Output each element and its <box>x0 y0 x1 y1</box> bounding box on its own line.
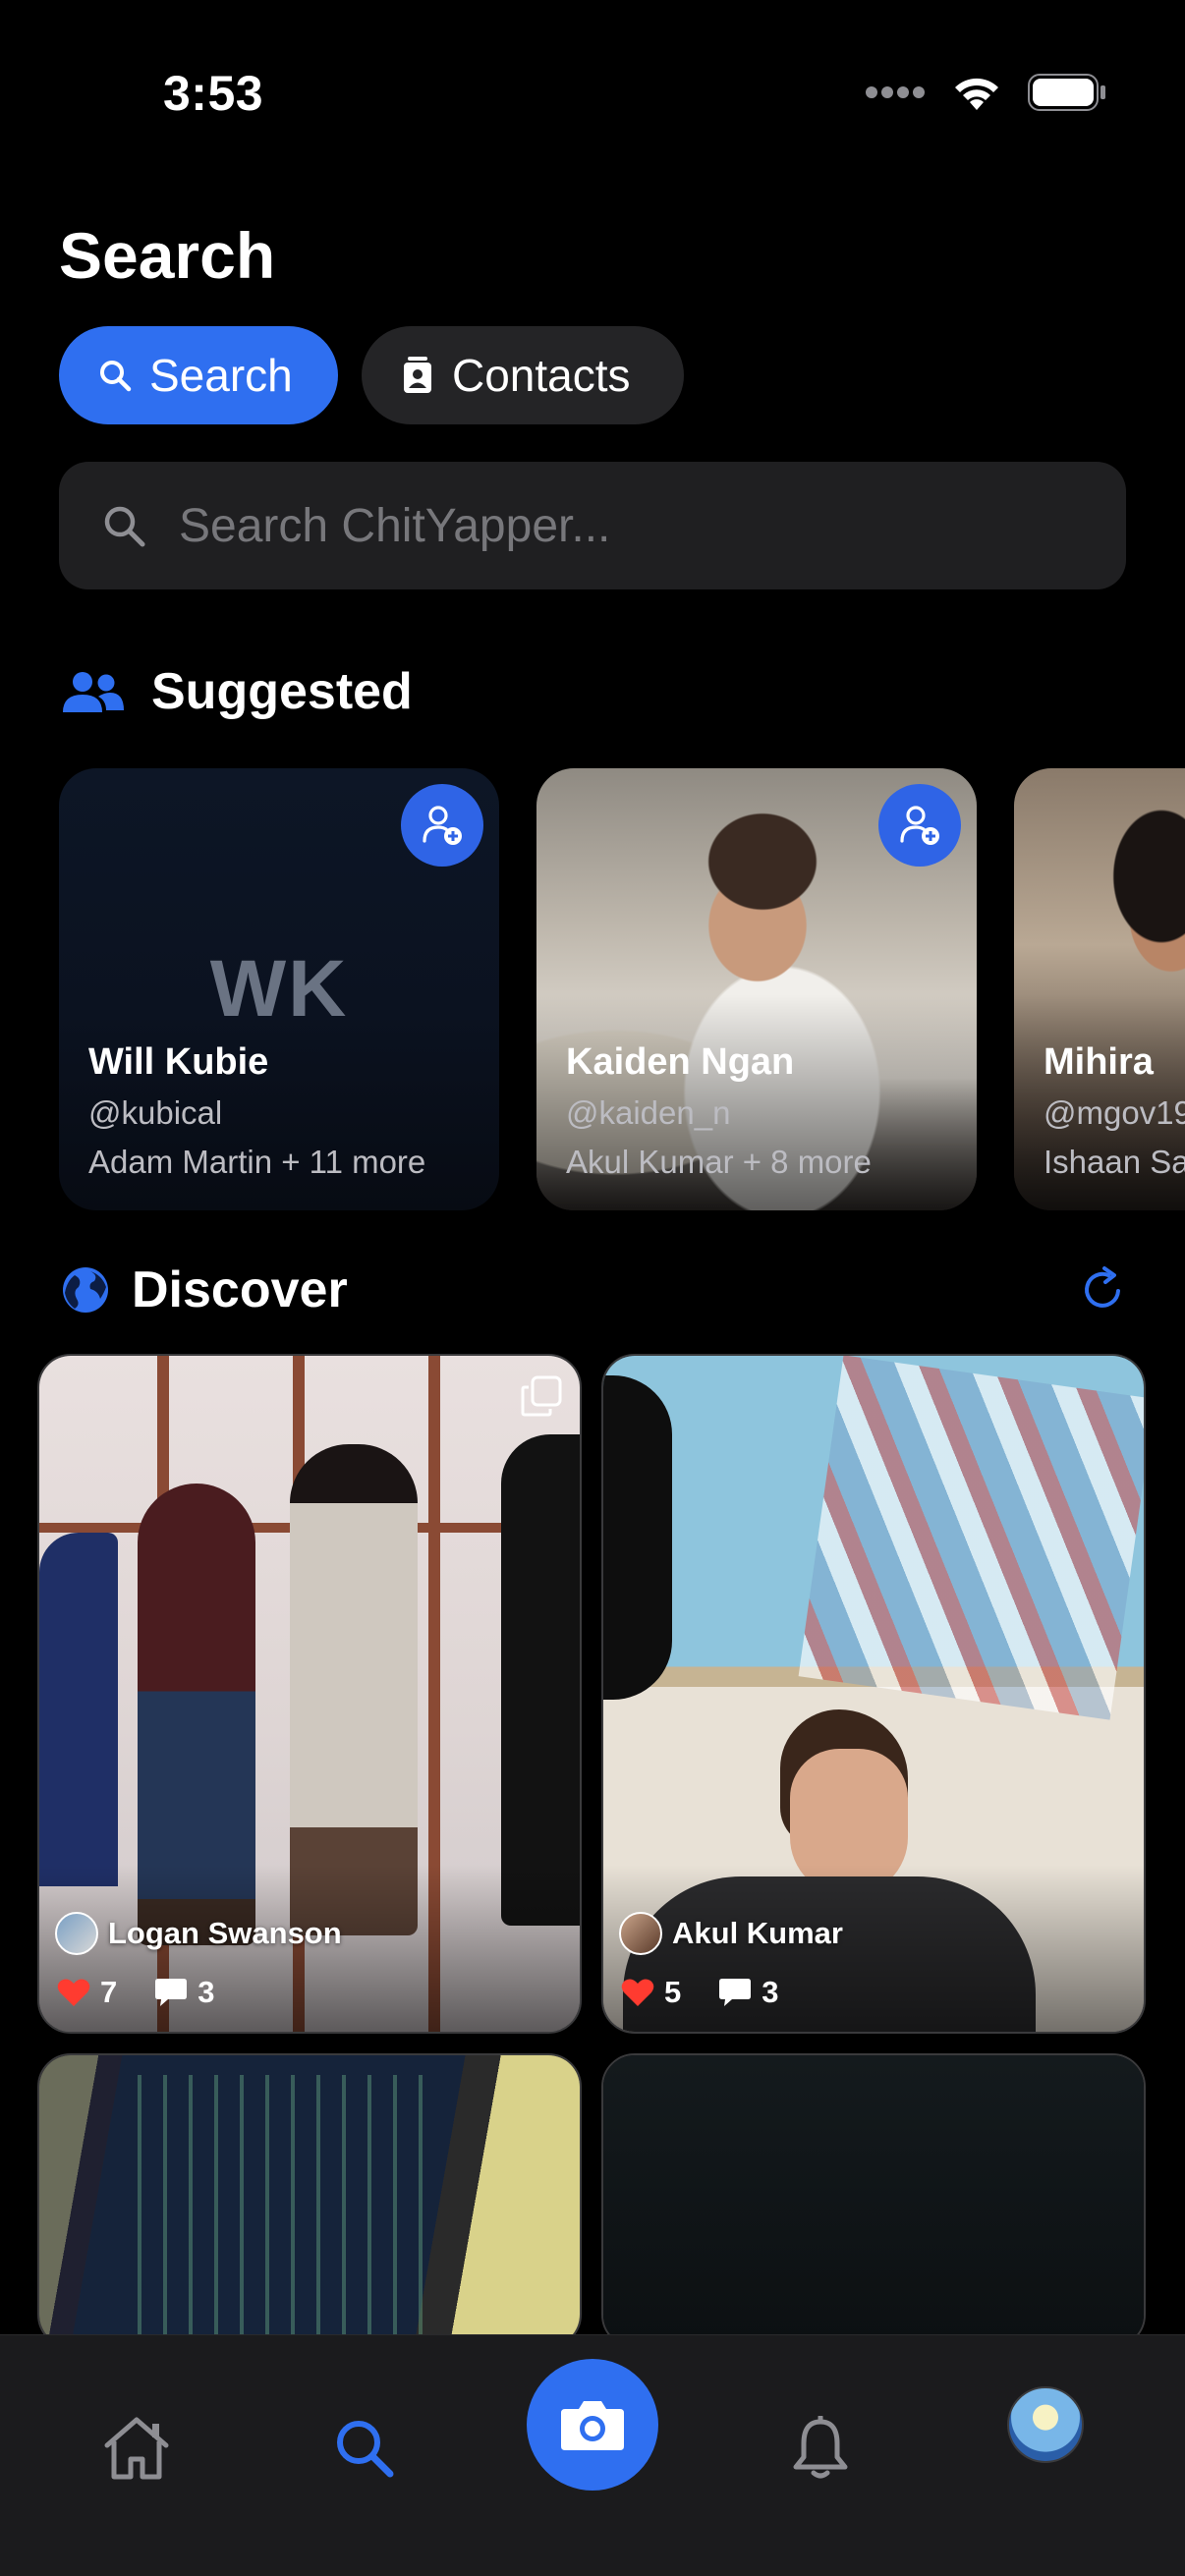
suggested-card[interactable]: Mihira @mgov19 Ishaan Sa <box>1014 768 1185 1210</box>
tab-contacts[interactable]: Contacts <box>362 326 684 424</box>
cellular-icon <box>866 86 925 98</box>
comment-icon <box>155 1979 188 2006</box>
mutual-friends: Ishaan Sa <box>1044 1144 1185 1180</box>
refresh-button[interactable] <box>1079 1265 1126 1313</box>
comment-icon <box>719 1979 752 2006</box>
post-stats: 5 3 <box>621 1975 807 2010</box>
user-handle: @kubical <box>88 1094 223 1131</box>
discover-header: Discover <box>61 1260 348 1319</box>
contact-book-icon <box>404 357 431 393</box>
user-handle: @kaiden_n <box>566 1094 731 1131</box>
person-add-icon <box>900 806 939 845</box>
suggested-title: Suggested <box>151 663 413 720</box>
search-icon <box>104 506 145 547</box>
camera-icon <box>561 2401 624 2450</box>
comment-count: 3 <box>762 1975 779 2009</box>
discover-post[interactable]: Logan Swanson 7 3 <box>37 1354 582 2034</box>
avatar <box>55 1912 98 1955</box>
person-add-icon <box>423 806 462 845</box>
tab-bar <box>0 2334 1185 2576</box>
figure <box>290 1444 418 1935</box>
heart-icon <box>57 1979 90 2006</box>
bell-icon <box>793 2416 848 2479</box>
add-friend-button[interactable] <box>878 784 961 867</box>
avatar-initials: WK <box>209 944 349 1034</box>
figure <box>501 1434 580 1926</box>
multi-photo-icon <box>521 1375 562 1422</box>
post-photo <box>603 2055 1144 2346</box>
user-handle: @mgov19 <box>1044 1094 1185 1131</box>
suggested-card[interactable]: Kaiden Ngan @kaiden_n Akul Kumar + 8 mor… <box>536 768 977 1210</box>
like-count: 7 <box>100 1975 118 2009</box>
refresh-icon <box>1085 1266 1120 1308</box>
mutual-friends: Adam Martin + 11 more <box>88 1144 426 1180</box>
tab-contacts-label: Contacts <box>452 350 631 401</box>
mutual-friends: Akul Kumar + 8 more <box>566 1144 872 1180</box>
post-author-name: Akul Kumar <box>672 1916 843 1950</box>
tab-notifications[interactable] <box>766 2394 875 2502</box>
people-icon <box>63 672 124 712</box>
post-author[interactable]: Akul Kumar <box>619 1912 843 1955</box>
discover-post[interactable]: Akul Kumar 5 3 <box>601 1354 1146 2034</box>
suggested-header: Suggested <box>63 662 413 721</box>
post-stats: 7 3 <box>57 1975 243 2010</box>
globe-icon <box>63 1267 108 1313</box>
post-author-name: Logan Swanson <box>108 1916 342 1950</box>
user-name: Will Kubie <box>88 1041 269 1083</box>
search-icon <box>337 2421 394 2478</box>
like-count: 5 <box>664 1975 682 2009</box>
add-friend-button[interactable] <box>401 784 483 867</box>
wifi-icon <box>955 78 998 110</box>
search-input[interactable] <box>179 498 1063 553</box>
avatar <box>619 1912 662 1955</box>
tab-search-nav[interactable] <box>310 2394 419 2502</box>
comment-count: 3 <box>198 1975 215 2009</box>
camera-button[interactable] <box>527 2359 658 2491</box>
battery-icon <box>1028 74 1105 111</box>
page-title: Search <box>59 219 276 292</box>
status-time: 3:53 <box>163 66 264 121</box>
bulletin-board <box>798 1356 1144 1720</box>
suggested-card[interactable]: WK Will Kubie @kubical Adam Martin + 11 … <box>59 768 499 1210</box>
heart-icon <box>621 1979 654 2006</box>
discover-post[interactable] <box>601 2053 1146 2348</box>
tab-search-label: Search <box>149 350 293 401</box>
profile-avatar-tab[interactable] <box>1007 2386 1084 2463</box>
tab-search[interactable]: Search <box>59 326 338 424</box>
status-icons <box>865 73 1106 112</box>
post-author[interactable]: Logan Swanson <box>55 1912 342 1955</box>
search-icon <box>100 361 132 392</box>
home-icon <box>104 2417 169 2480</box>
shadow-figure <box>603 1375 672 1700</box>
user-name: Mihira <box>1044 1041 1154 1083</box>
user-name: Kaiden Ngan <box>566 1041 795 1083</box>
laptop-screen-text <box>138 2075 432 2346</box>
figure <box>39 1533 118 1886</box>
tab-home[interactable] <box>83 2394 191 2502</box>
discover-title: Discover <box>132 1261 348 1318</box>
discover-post[interactable] <box>37 2053 582 2348</box>
search-bar[interactable] <box>59 462 1126 589</box>
